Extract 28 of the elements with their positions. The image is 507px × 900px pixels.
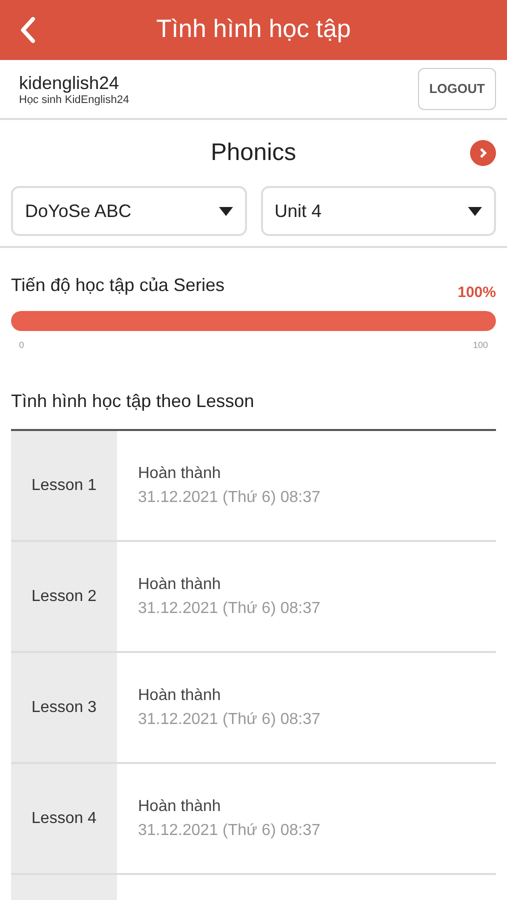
dropdown-caret-icon	[218, 206, 232, 216]
dropdown-caret-icon	[468, 206, 482, 216]
lesson-name-cell: Lesson 3	[11, 653, 117, 762]
lesson-status: Hoàn thành	[138, 574, 222, 594]
lesson-status: Hoàn thành	[138, 796, 222, 816]
next-button[interactable]	[470, 140, 496, 166]
progress-title: Tiến độ học tập của Series	[11, 274, 224, 297]
user-role: Học sinh KidEnglish24	[19, 94, 130, 106]
axis-max-label: 100	[472, 338, 488, 352]
lesson-date: 31.12.2021 (Thứ 6) 08:37	[138, 820, 320, 840]
lesson-date: 31.12.2021 (Thứ 6) 08:37	[138, 598, 320, 618]
page-title: Tình hình học tập	[155, 14, 352, 46]
course-title: Phonics	[210, 138, 296, 168]
series-dropdown[interactable]: DoYoSe ABC	[11, 186, 246, 236]
back-icon	[20, 17, 36, 43]
lesson-status: Hoàn thành	[138, 686, 222, 706]
axis-min-label: 0	[19, 338, 24, 352]
logout-button[interactable]: LOGOUT	[418, 68, 496, 110]
progress-reading: 100%	[458, 283, 496, 303]
username: kidenglish24	[19, 72, 120, 94]
lesson-name-cell: Lesson 4	[11, 764, 117, 873]
lesson-date: 31.12.2021 (Thứ 6) 08:37	[138, 710, 320, 730]
unit-dropdown[interactable]: Unit 4	[260, 186, 496, 236]
chevron-right-icon	[479, 147, 487, 159]
lesson-name-cell: Lesson 2	[11, 542, 117, 651]
lesson-status: Hoàn thành	[138, 464, 222, 484]
lesson-name-cell: Lesson 1	[11, 431, 117, 540]
lesson-date: 31.12.2021 (Thứ 6) 08:37	[138, 488, 320, 508]
